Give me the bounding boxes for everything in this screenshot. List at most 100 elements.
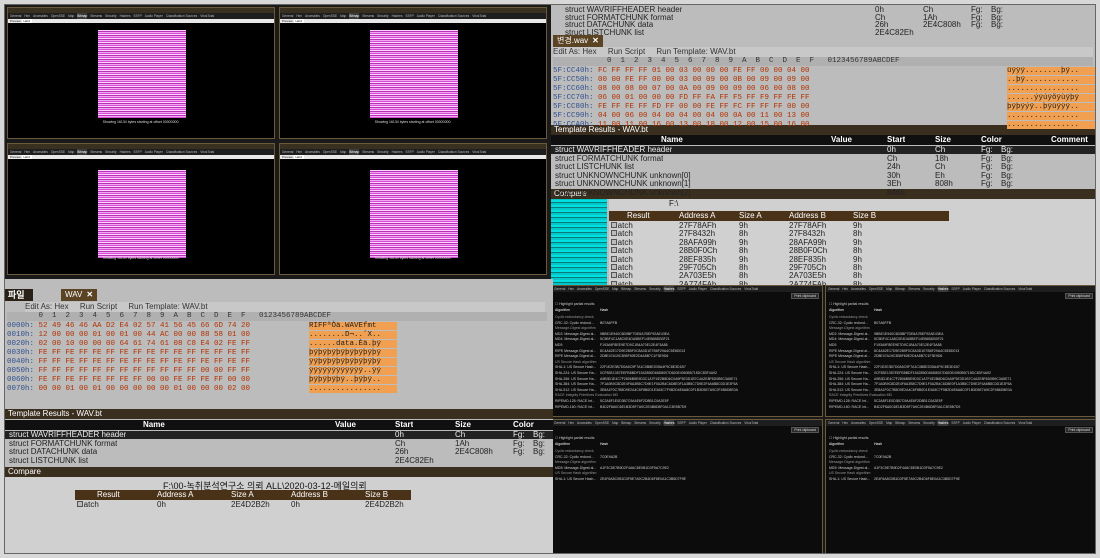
- hash-value[interactable]: B4D2F8A0C6E1B3D5F7A9C2E4B6D8F0A1C3E5B7D9: [874, 405, 960, 409]
- compare-row[interactable]: Match 27F78AFh 9h 27F78AFh 9h: [609, 222, 949, 230]
- viewer-tab[interactable]: Classification Sources: [166, 13, 197, 19]
- column-header[interactable]: Size: [935, 135, 951, 145]
- viewer-tab[interactable]: Streams: [362, 149, 374, 155]
- copy-clipboard-button[interactable]: Print clipboard: [1065, 427, 1093, 433]
- hash-value[interactable]: 7F1A0B9C8D2E4F6A3B5C7D9E1F0A2B4C6D8E0F1A…: [874, 382, 1012, 386]
- file-tab-bottom[interactable]: WAV ✕: [61, 289, 98, 301]
- viewer-tab[interactable]: SSFP: [133, 13, 141, 19]
- viewer-tab[interactable]: Audio Player: [417, 149, 435, 155]
- viewer-tab[interactable]: Classification Sources: [438, 149, 469, 155]
- hex-bytes[interactable]: 52 49 46 46 AA D2 E4 02 57 41 56 45 66 6…: [39, 322, 251, 330]
- preview-select[interactable]: Hard: [21, 19, 33, 23]
- ascii-column[interactable]: ÿÿÿÿÿÿÿÿÿÿÿÿ..ÿÿ: [309, 367, 397, 375]
- viewer-tab[interactable]: Hashes: [120, 149, 131, 155]
- row-checkbox[interactable]: [611, 247, 617, 254]
- viewer-tab[interactable]: Security: [105, 149, 117, 155]
- viewer-tab[interactable]: Security: [377, 149, 389, 155]
- viewer-tab[interactable]: OpenSSE: [51, 149, 65, 155]
- viewer-tab[interactable]: Bitmap: [77, 13, 88, 19]
- run-script-menu[interactable]: Run Script: [80, 302, 117, 311]
- column-header[interactable]: Result: [97, 490, 120, 500]
- hex-row[interactable]: 0060h: FE FF FE FF FE FF FE FF 00 00 FE …: [7, 376, 307, 384]
- viewer-tab[interactable]: Anomalies: [33, 149, 48, 155]
- hash-value[interactable]: 9BBE1E940C6D5BF7DE6A7BEF92AE43EA: [600, 332, 669, 336]
- hash-value[interactable]: 7C0E9A2B: [600, 455, 617, 459]
- hash-value[interactable]: 8C4A62E17D9E2B5F0C8A3D1E7B6F29A4C5E8D013: [600, 349, 685, 353]
- column-header[interactable]: Address B: [789, 211, 826, 221]
- row-checkbox[interactable]: [611, 280, 617, 285]
- viewer-tab[interactable]: OpenSSE: [51, 13, 65, 19]
- copy-clipboard-button[interactable]: Print clipboard: [791, 293, 819, 299]
- row-checkbox[interactable]: [611, 264, 617, 270]
- viewer-tab[interactable]: Bitmap: [349, 13, 360, 19]
- column-header[interactable]: Color: [513, 420, 534, 430]
- viewer-tab[interactable]: SSFP: [405, 149, 413, 155]
- hash-value[interactable]: 5C5BF4C1A8C0E4DA5BEF14EB6BDB3F21: [874, 337, 944, 341]
- hash-value[interactable]: A9B3D1E4C7F2806B5E9D3C1A7F4E2B8D6C0A9F5E…: [600, 377, 737, 381]
- row-checkbox[interactable]: [611, 238, 617, 245]
- viewer-tab[interactable]: Anomalies: [305, 149, 320, 155]
- ascii-column[interactable]: ................: [1007, 112, 1095, 120]
- hex-bytes[interactable]: FE FF FE FF FE FF FE FF 00 00 FE FF FE F…: [39, 376, 251, 384]
- highlight-checkbox[interactable]: ☐ Highlight partial results: [829, 302, 869, 306]
- template-row[interactable]: struct LISTCHUNK list 2E4C82Eh: [5, 457, 553, 465]
- hash-value[interactable]: 22F1E2E3B7D0A6C9F7A1C0B8E2D5A4F9C8E3D1B7: [874, 365, 960, 369]
- hash-value[interactable]: 5C2A8F1E0D3B7C9A4E6F2D8B1C0A3E5F: [874, 399, 943, 403]
- hex-row[interactable]: 5F:CCA0h: 11 00 11 00 16 00 13 00 18 00 …: [553, 121, 853, 129]
- copy-clipboard-button[interactable]: Print clipboard: [791, 427, 819, 433]
- template-row[interactable]: struct FORMATCHUNK format Ch 18h Fg: Bg:: [551, 155, 1095, 163]
- hash-value[interactable]: B4D2F8A0C6E1B3D5F7A9C2E4B6D8F0A1C3E5B7D9: [600, 405, 686, 409]
- hash-value[interactable]: 0CF83E1357EEFB8BDF1542850D66D8007D620E40…: [874, 371, 991, 375]
- hash-value[interactable]: 3E8A1F0C7B5D9E2A4C6F8B0D1E3A5C7F9B2D4E6A…: [600, 388, 738, 392]
- column-header[interactable]: Size B: [853, 211, 876, 221]
- preview-select[interactable]: Hard: [293, 155, 305, 159]
- hash-value[interactable]: 9BBE1E940C6D5BF7DE6A7BEF92AE43EA: [874, 332, 943, 336]
- row-checkbox[interactable]: [611, 255, 617, 262]
- ascii-column[interactable]: ................: [1007, 85, 1095, 93]
- template-row[interactable]: struct UNKNOWNCHUNK unknown[2] 846h: [551, 189, 1095, 197]
- column-header[interactable]: Size: [455, 420, 471, 430]
- column-header[interactable]: Size A: [231, 490, 254, 500]
- viewer-tab[interactable]: Hashes: [392, 149, 403, 155]
- hex-row[interactable]: 5F:CC80h: FE FF FE FF FD FF 00 00 FE FF …: [553, 103, 853, 111]
- viewer-tab[interactable]: Streams: [90, 13, 102, 19]
- hash-value[interactable]: A1F3C5E7B9D2F4A6C8E0B1D3F5A7C9E2: [600, 466, 669, 470]
- template-row[interactable]: struct WAVRIFFHEADER header 0h Ch Fg: Bg:: [5, 431, 553, 439]
- hash-value[interactable]: 0CF83E1357EEFB8BDF1542850D66D8007D620E40…: [600, 371, 717, 375]
- column-header[interactable]: Address A: [679, 211, 715, 221]
- hex-bytes[interactable]: FC FF FF FF 01 00 03 00 00 00 FE FF 00 0…: [598, 67, 810, 75]
- hex-row[interactable]: 5F:CC90h: 04 00 06 00 04 00 04 00 04 00 …: [553, 112, 853, 120]
- ascii-column[interactable]: þÿþÿþÿþÿþÿþÿþÿþÿ: [309, 349, 397, 357]
- column-header[interactable]: Start: [395, 420, 413, 430]
- hash-value[interactable]: 7F1A0B9C8D2E4F6A3B5C7D9E1F0A2B4C6D8E0F1A…: [600, 382, 738, 386]
- hash-value[interactable]: 2E4F6A8C0B1D3F5E7A9C2B4D6F8E0A1C3B5D7F9E: [874, 477, 960, 481]
- hash-value[interactable]: 2D8E47A19C3B5F60E2D4A8B7C1F3E9D6: [874, 354, 942, 358]
- hex-bytes[interactable]: 00 00 FE FF 00 00 03 00 09 00 0B 00 09 0…: [598, 76, 810, 84]
- hex-row[interactable]: 5F:CC60h: 08 00 08 00 07 00 0A 00 09 00 …: [553, 85, 853, 93]
- ascii-column[interactable]: ........D¬..ˆX..: [309, 331, 397, 339]
- compare-row[interactable]: Match 28AFA99h 9h 28AFA99h 9h: [609, 238, 949, 247]
- file-tab-top[interactable]: 변경.wav ✕: [553, 35, 603, 47]
- column-header[interactable]: Address A: [157, 490, 193, 500]
- hash-value[interactable]: 8C4A62E17D9E2B5F0C8A3D1E7B6F29A4C5E8D013: [874, 349, 959, 353]
- hash-value[interactable]: 22F1E2E3B7D0A6C9F7A1C0B8E2D5A4F9C8E3D1B7: [600, 365, 686, 369]
- hex-row[interactable]: 0010h: 12 00 00 00 01 00 01 00 44 AC 00 …: [7, 331, 307, 339]
- hex-row[interactable]: 0050h: FF FF FF FF FF FF FF FF FF FF FF …: [7, 367, 307, 375]
- copy-clipboard-button[interactable]: Print clipboard: [1065, 293, 1093, 299]
- highlight-checkbox[interactable]: ☐ Highlight partial results: [829, 436, 869, 440]
- hex-bytes[interactable]: 12 00 00 00 01 00 01 00 44 AC 00 00 88 5…: [39, 331, 251, 339]
- viewer-tab[interactable]: Bitmap: [77, 149, 88, 155]
- ascii-column[interactable]: ......ýÿúÿõÿùÿþÿ: [1007, 94, 1095, 102]
- column-header[interactable]: Value: [335, 420, 356, 430]
- viewer-tab[interactable]: Security: [105, 13, 117, 19]
- hex-bytes[interactable]: 02 00 10 00 00 00 64 61 74 61 08 C8 E4 0…: [39, 340, 251, 348]
- preview-select[interactable]: Hard: [21, 155, 33, 159]
- column-header[interactable]: Size A: [739, 211, 762, 221]
- ascii-column[interactable]: þÿþÿþÿþÿ..þÿþÿ..: [309, 376, 397, 384]
- column-header[interactable]: Result: [627, 211, 650, 221]
- ascii-column[interactable]: üÿÿÿ........þÿ..: [1007, 67, 1095, 75]
- hash-value[interactable]: B07A6FFB: [874, 321, 891, 325]
- viewer-tab[interactable]: Classification Sources: [438, 13, 469, 19]
- viewer-tab[interactable]: Audio Player: [145, 13, 163, 19]
- viewer-tab[interactable]: Hashes: [392, 13, 403, 19]
